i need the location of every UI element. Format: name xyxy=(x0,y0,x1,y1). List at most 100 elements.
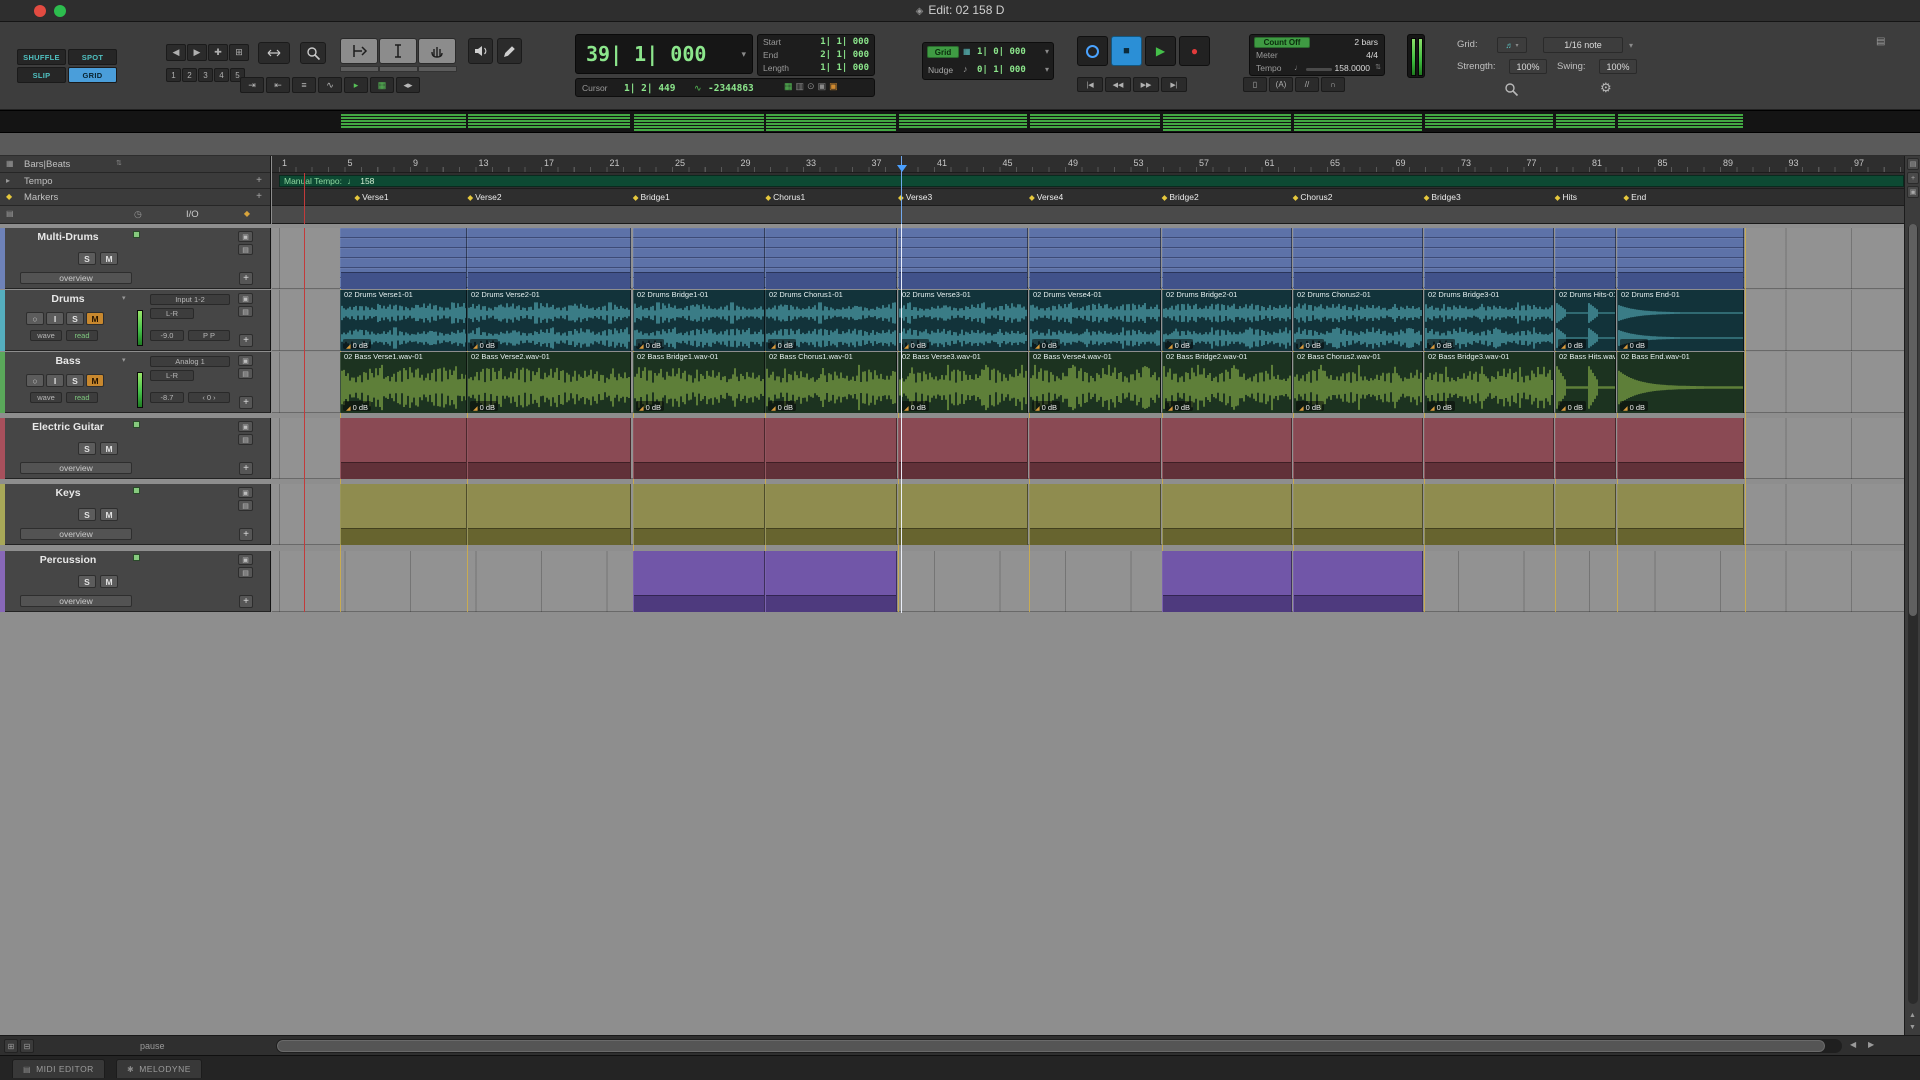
track-freeze-button[interactable]: ▣ xyxy=(238,231,253,242)
region-clip[interactable] xyxy=(1555,484,1616,545)
count-off-value[interactable]: 2 bars xyxy=(1354,37,1378,47)
track-list-toggle-icon[interactable]: ▤ xyxy=(1907,158,1919,170)
audio-clip-02-drums-chorus2-01[interactable]: 02 Drums Chorus2-01◢0 dB xyxy=(1293,290,1423,351)
zoom-out-corner-button[interactable]: ⊞ xyxy=(4,1039,18,1053)
clip-gain-badge[interactable]: ◢0 dB xyxy=(1032,339,1060,349)
audio-clip-02-drums-hits-01[interactable]: 02 Drums Hits-01◢0 dB xyxy=(1555,290,1616,351)
audio-clip-02-drums-bridge1-01[interactable]: 02 Drums Bridge1-01◢0 dB xyxy=(633,290,765,351)
smart-tool-bar[interactable] xyxy=(340,66,457,72)
track-lane-drums[interactable]: 02 Drums Verse1-01◢0 dB02 Drums Verse2-0… xyxy=(272,290,1904,351)
zoom-preset-2[interactable]: 2 xyxy=(182,68,197,82)
region-clip[interactable] xyxy=(340,484,467,545)
pan-readout[interactable]: ‹ 0 › xyxy=(188,392,230,403)
region-clip[interactable] xyxy=(898,228,1028,289)
solo-button[interactable]: S xyxy=(78,442,96,455)
region-clip[interactable] xyxy=(765,228,897,289)
tempo-event-band[interactable]: Manual Tempo: ♩ 158 xyxy=(279,175,1904,187)
add-ruler-button[interactable]: + xyxy=(1907,172,1919,184)
track-lane-keys[interactable] xyxy=(272,484,1904,545)
default-marker-color-icon[interactable]: ◆ xyxy=(244,209,250,218)
volume-readout[interactable]: -9.0 xyxy=(150,330,184,341)
meter-value[interactable]: 4/4 xyxy=(1366,50,1378,60)
track-lane-electric-guitar[interactable] xyxy=(272,418,1904,479)
fast-forward-button[interactable]: ▶▶ xyxy=(1133,77,1159,92)
clip-gain-badge[interactable]: ◢0 dB xyxy=(1165,339,1193,349)
mode-button-shuffle[interactable]: SHUFFLE xyxy=(17,49,66,65)
insertion-follows-playback-button[interactable]: ⇤ xyxy=(266,77,290,93)
region-clip[interactable] xyxy=(1424,228,1554,289)
overview-button[interactable]: overview xyxy=(20,462,132,474)
clip-gain-badge[interactable]: ◢0 dB xyxy=(1032,401,1060,411)
track-header-keys[interactable]: KeysSMoverview▣▤+ xyxy=(0,484,271,545)
region-clip[interactable] xyxy=(467,484,631,545)
count-off-toggle[interactable]: Count Off xyxy=(1254,37,1310,48)
markers-ruler[interactable]: ◆Verse1◆Verse2◆Bridge1◆Chorus1◆Verse3◆Ve… xyxy=(272,189,1904,206)
record-button[interactable]: ● xyxy=(1179,36,1210,66)
zoom-preset-4[interactable]: 4 xyxy=(214,68,229,82)
grid-resolution-value[interactable]: 1/16 note xyxy=(1543,37,1623,53)
add-tempo-button[interactable]: + xyxy=(256,175,262,186)
stop-button[interactable]: ■ xyxy=(1111,36,1142,66)
track-options-button[interactable]: ▤ xyxy=(238,567,253,578)
audio-clip-02-drums-verse3-01[interactable]: 02 Drums Verse3-01◢0 dB xyxy=(898,290,1028,351)
input-monitor-button[interactable]: I xyxy=(46,312,64,325)
grid-caret-icon[interactable]: ▾ xyxy=(1045,47,1049,56)
zoom-preset-1[interactable]: 1 xyxy=(166,68,181,82)
timeline-marker-hits[interactable]: ◆Hits xyxy=(1555,192,1577,202)
mute-button[interactable]: M xyxy=(86,374,104,387)
clip-gain-badge[interactable]: ◢0 dB xyxy=(1620,339,1648,349)
automation-mode-selector[interactable]: read xyxy=(66,330,98,341)
zoom-selector-button[interactable]: ✚ xyxy=(208,44,228,61)
timeline-marker-end[interactable]: ◆End xyxy=(1623,192,1646,202)
overview-button[interactable]: overview xyxy=(20,528,132,540)
tempo-ruler-header[interactable]: ▸ Tempo + xyxy=(0,173,270,189)
audio-clip-02-bass-verse4-wav-01[interactable]: 02 Bass Verse4.wav-01◢0 dB xyxy=(1029,352,1161,413)
track-options-button[interactable]: ▤ xyxy=(238,500,253,511)
track-freeze-button[interactable]: ▣ xyxy=(238,554,253,565)
clip-gain-badge[interactable]: ◢0 dB xyxy=(768,339,796,349)
track-lane-percussion[interactable] xyxy=(272,551,1904,612)
tempo-ruler[interactable]: Manual Tempo: ♩ 158 xyxy=(272,173,1904,189)
audio-clip-02-drums-verse1-01[interactable]: 02 Drums Verse1-01◢0 dB xyxy=(340,290,467,351)
track-view-selector[interactable]: wave xyxy=(30,392,62,403)
scroll-up-button[interactable]: ▲ xyxy=(1909,1012,1916,1019)
output-meter-button[interactable]: // xyxy=(1295,77,1319,92)
ruler-updown-icon[interactable]: ⇅ xyxy=(116,159,122,167)
bars-beats-ruler-header[interactable]: ▦ Bars|Beats ⇅ xyxy=(0,156,270,173)
main-counter[interactable]: 39| 1| 000 ▾ xyxy=(575,34,753,74)
nudge-caret-icon[interactable]: ▾ xyxy=(1045,65,1049,74)
solo-button[interactable]: S xyxy=(78,252,96,265)
play-button[interactable]: ▶ xyxy=(1145,36,1176,66)
region-clip[interactable] xyxy=(633,418,765,479)
audio-clip-02-drums-end-01[interactable]: 02 Drums End-01◢0 dB xyxy=(1617,290,1744,351)
record-enable-button[interactable]: ○ xyxy=(26,312,44,325)
record-enable-button[interactable]: ○ xyxy=(26,374,44,387)
zoom-toggle-q-button[interactable] xyxy=(1504,82,1519,102)
region-clip[interactable] xyxy=(1617,418,1744,479)
track-name-caret-icon[interactable]: ▾ xyxy=(122,356,126,364)
clip-gain-badge[interactable]: ◢0 dB xyxy=(901,401,929,411)
track-name[interactable]: Keys xyxy=(8,487,128,499)
region-clip[interactable] xyxy=(765,484,897,545)
audio-clip-02-drums-verse4-01[interactable]: 02 Drums Verse4-01◢0 dB xyxy=(1029,290,1161,351)
headphone-button[interactable]: ∩ xyxy=(1321,77,1345,92)
timeline-marker-bridge1[interactable]: ◆Bridge1 xyxy=(633,192,670,202)
automation-mode-selector[interactable]: read xyxy=(66,392,98,403)
mute-button[interactable]: M xyxy=(100,252,118,265)
track-header-bass[interactable]: Bass▾○ISMwavereadAnalog 1L-R-8.7‹ 0 ›▣▤+ xyxy=(0,352,271,413)
solo-button[interactable]: S xyxy=(66,312,84,325)
tab-to-transient-button[interactable]: ⇥ xyxy=(240,77,264,93)
audio-clip-02-bass-bridge3-wav-01[interactable]: 02 Bass Bridge3.wav-01◢0 dB xyxy=(1424,352,1554,413)
go-to-start-button[interactable]: |◀ xyxy=(1077,77,1103,92)
region-clip[interactable] xyxy=(1424,418,1554,479)
grid-resolution-caret[interactable]: ▾ xyxy=(1629,41,1633,50)
scroll-right-button[interactable]: ▶ xyxy=(1868,1040,1874,1049)
clip-gain-badge[interactable]: ◢0 dB xyxy=(901,339,929,349)
bars-beats-ruler[interactable]: 1591317212529333741454953576165697377818… xyxy=(272,156,1904,173)
track-name[interactable]: Multi-Drums xyxy=(8,231,128,243)
output-path-selector[interactable]: L-R xyxy=(150,308,194,319)
chevron-down-icon[interactable]: ▾ xyxy=(741,49,746,60)
input-monitor-button[interactable]: I xyxy=(46,374,64,387)
track-view-selector[interactable]: wave xyxy=(30,330,62,341)
audio-clip-02-bass-end-wav-01[interactable]: 02 Bass End.wav-01◢0 dB xyxy=(1617,352,1744,413)
